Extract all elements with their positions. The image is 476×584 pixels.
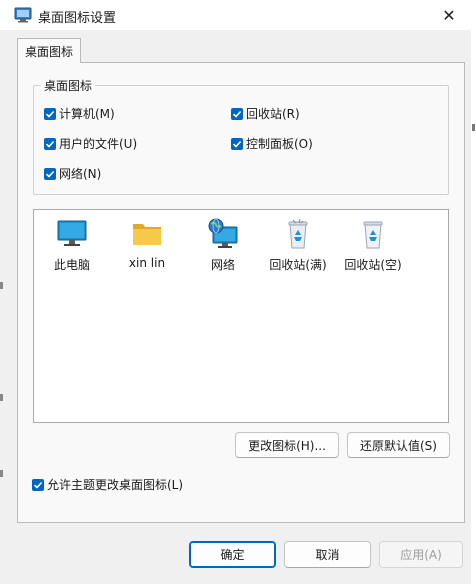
ok-button[interactable]: 确定 bbox=[189, 541, 276, 568]
checkbox-checked-icon[interactable] bbox=[231, 137, 243, 150]
monitor-icon bbox=[57, 220, 87, 246]
checkbox-label: 回收站(R) bbox=[246, 107, 300, 121]
change-icon-button[interactable]: 更改图标(H)... bbox=[235, 432, 339, 458]
desktop-icon-settings-dialog: 桌面图标设置 ✕ 桌面图标 桌面图标 计算机(M) 回收站(R) 用户的文件(U… bbox=[0, 0, 472, 584]
tab-desktop-icons[interactable]: 桌面图标 bbox=[17, 38, 81, 63]
checkbox-checked-icon[interactable] bbox=[32, 478, 44, 491]
checkbox-label: 允许主题更改桌面图标(L) bbox=[47, 478, 184, 492]
checkbox-checked-icon[interactable] bbox=[44, 107, 56, 120]
icon-label: 回收站(满) bbox=[269, 258, 327, 272]
icon-item-this-pc[interactable]: 此电脑 bbox=[37, 218, 107, 273]
checkbox-checked-icon[interactable] bbox=[44, 137, 56, 150]
checkbox-checked-icon[interactable] bbox=[44, 167, 56, 180]
checkbox-label: 控制面板(O) bbox=[246, 137, 313, 151]
recycle-bin-empty-icon bbox=[363, 221, 383, 249]
edge-mark bbox=[0, 470, 3, 477]
edge-mark bbox=[472, 124, 475, 131]
checkbox-user-files[interactable]: 用户的文件(U) bbox=[44, 135, 137, 152]
title-bar: 桌面图标设置 ✕ bbox=[0, 0, 471, 30]
icon-list-box: 此电脑 xin lin 网络 回收站(满) 回收站(空) bbox=[33, 209, 449, 423]
tab-panel: 桌面图标 计算机(M) 回收站(R) 用户的文件(U) 控制面板(O) 网络(N… bbox=[17, 62, 465, 523]
folder-icon bbox=[133, 224, 161, 245]
window-title: 桌面图标设置 bbox=[38, 11, 117, 26]
close-icon: ✕ bbox=[442, 5, 456, 25]
recycle-bin-full-icon bbox=[288, 218, 308, 249]
group-legend: 桌面图标 bbox=[41, 77, 96, 94]
cancel-button[interactable]: 取消 bbox=[284, 541, 371, 568]
close-button[interactable]: ✕ bbox=[427, 0, 471, 30]
icon-item-recycle-bin-empty[interactable]: 回收站(空) bbox=[338, 218, 408, 273]
icon-item-network[interactable]: 网络 bbox=[188, 218, 258, 273]
icon-label: 网络 bbox=[210, 258, 235, 272]
icon-label: 此电脑 bbox=[53, 258, 90, 272]
icon-item-user-folder[interactable]: xin lin bbox=[112, 218, 182, 270]
background-window-edge bbox=[471, 0, 476, 584]
checkbox-recycle-bin[interactable]: 回收站(R) bbox=[231, 105, 300, 122]
checkbox-label: 计算机(M) bbox=[59, 107, 115, 121]
checkbox-control-panel[interactable]: 控制面板(O) bbox=[231, 135, 313, 152]
display-settings-icon bbox=[14, 7, 32, 23]
icon-label: xin lin bbox=[128, 256, 166, 270]
network-globe-icon bbox=[208, 218, 238, 248]
icon-item-recycle-bin-full[interactable]: 回收站(满) bbox=[263, 218, 333, 273]
checkbox-computer[interactable]: 计算机(M) bbox=[44, 105, 115, 122]
checkbox-label: 用户的文件(U) bbox=[59, 137, 138, 151]
checkbox-label: 网络(N) bbox=[59, 167, 102, 181]
edge-mark bbox=[0, 394, 3, 401]
restore-default-button[interactable]: 还原默认值(S) bbox=[347, 432, 450, 458]
icon-label: 回收站(空) bbox=[344, 258, 402, 272]
desktop-icons-group: 桌面图标 计算机(M) 回收站(R) 用户的文件(U) 控制面板(O) 网络(N… bbox=[33, 77, 449, 195]
checkbox-allow-themes[interactable]: 允许主题更改桌面图标(L) bbox=[32, 476, 183, 493]
checkbox-network[interactable]: 网络(N) bbox=[44, 165, 101, 182]
checkbox-checked-icon[interactable] bbox=[231, 107, 243, 120]
edge-mark bbox=[0, 282, 3, 289]
apply-button[interactable]: 应用(A) bbox=[379, 541, 463, 568]
tab-label: 桌面图标 bbox=[24, 44, 73, 59]
